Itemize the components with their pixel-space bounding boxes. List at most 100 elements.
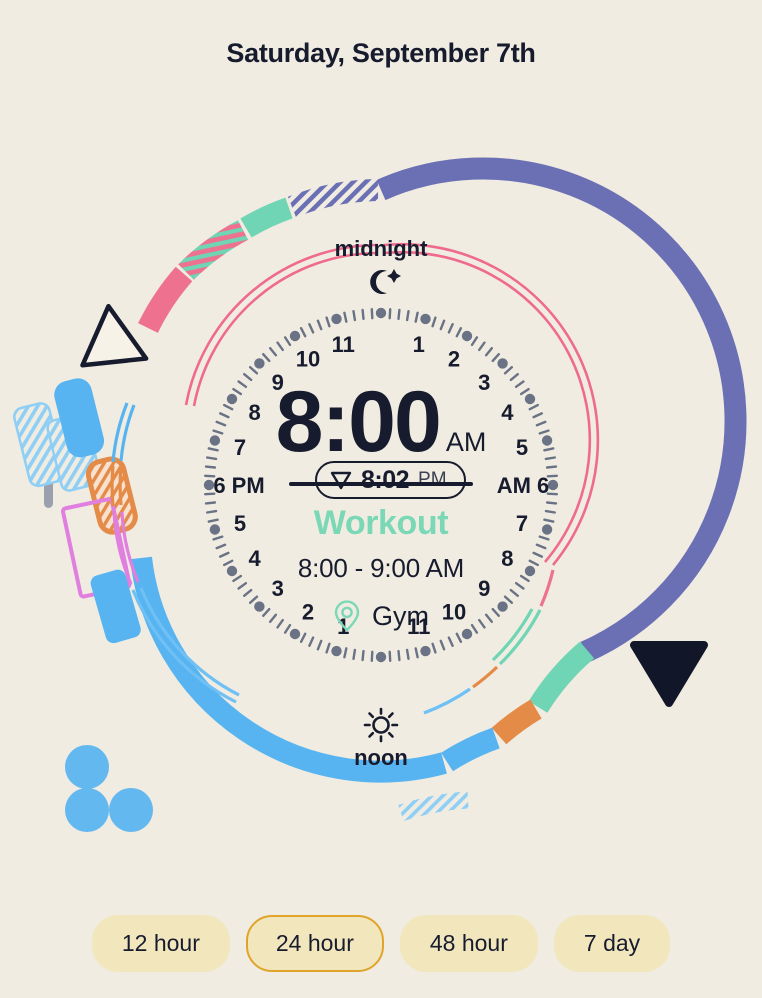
thin-arc-blue-lower-right[interactable] (423, 687, 471, 715)
minor-tick (414, 311, 419, 323)
minor-tick (545, 501, 558, 505)
hour-dot (497, 601, 508, 612)
thin-arc-orange[interactable] (110, 465, 115, 507)
minor-tick (405, 309, 410, 322)
arc-blue-long[interactable] (130, 556, 447, 783)
range-tab-48-hour[interactable]: 48 hour (399, 915, 538, 972)
arc-pink-teal-striped[interactable] (178, 220, 249, 280)
minor-tick (370, 307, 374, 320)
thin-arc-orange-2[interactable] (118, 465, 123, 506)
range-tab-12-hour[interactable]: 12 hour (91, 915, 230, 972)
hour-number: 4 (501, 400, 514, 425)
triangle-filled-marker[interactable] (630, 641, 708, 707)
current-time-pill[interactable]: 8:02 PM (315, 461, 466, 499)
hour-number: 8 (501, 546, 513, 571)
hour-number: 11 (407, 614, 430, 639)
range-tab-24-hour[interactable]: 24 hour (245, 915, 384, 972)
minor-tick (237, 380, 248, 389)
minor-tick (535, 420, 547, 427)
minor-tick (361, 308, 365, 321)
current-time-value: 8:02 (361, 465, 410, 494)
hour-number: 1 (413, 332, 425, 357)
three-dots-cluster[interactable] (65, 745, 153, 832)
hour-number: 7 (234, 435, 246, 460)
minor-tick (431, 316, 437, 328)
minor-tick (544, 456, 556, 461)
thin-arc-orange-lower-right[interactable] (472, 665, 499, 689)
minor-tick (237, 582, 248, 590)
minor-tick (397, 649, 401, 662)
range-tab-7-day[interactable]: 7 day (553, 915, 671, 972)
hour-dot (254, 358, 265, 369)
minor-tick (308, 322, 315, 334)
minor-tick (370, 650, 374, 662)
hour-dot (289, 330, 301, 342)
dot-top (65, 745, 109, 789)
minor-tick (262, 607, 271, 617)
minor-tick (491, 352, 500, 363)
hour-number: 2 (448, 347, 460, 372)
minor-tick (299, 632, 307, 643)
midnight-label: midnight (335, 236, 429, 261)
minor-tick (276, 341, 284, 352)
clock-dial[interactable]: 1 2 3 4 5 AM 6 7 8 9 10 11 1 2 3 4 5 6 PM 7 8 9 10 11 midnigh… (0, 150, 762, 870)
minor-tick (431, 642, 437, 654)
minor-tick (528, 403, 539, 411)
hour-number: 9 (478, 576, 490, 601)
minor-tick (343, 311, 348, 323)
minor-tick (514, 582, 525, 590)
arc-orange-solid[interactable] (491, 699, 542, 745)
arc-blue-short[interactable] (441, 727, 500, 772)
minor-tick (343, 647, 348, 659)
minor-tick (215, 420, 227, 427)
minor-tick (491, 607, 500, 617)
minor-tick (478, 618, 486, 629)
minor-tick (538, 429, 550, 435)
minor-tick (207, 447, 219, 452)
minor-tick (262, 352, 271, 363)
minor-tick (388, 307, 392, 320)
minor-tick (352, 648, 357, 660)
minor-tick (470, 336, 479, 347)
thin-arc-teal-lower-right[interactable] (498, 609, 542, 666)
hour-number: AM 6 (497, 473, 550, 498)
arc-teal-solid-upper-left[interactable] (240, 197, 293, 238)
triangle-outline-marker[interactable] (77, 303, 149, 368)
minor-tick (242, 372, 253, 382)
minor-tick (269, 346, 278, 357)
minor-tick (397, 308, 401, 321)
thin-arc-pink-right[interactable] (539, 569, 555, 607)
hour-dot (375, 307, 387, 319)
minor-tick (478, 341, 486, 352)
hour-dot (331, 313, 342, 325)
minor-tick (470, 623, 479, 634)
minor-tick (269, 613, 278, 623)
hour-dot (331, 645, 342, 657)
pink-ring-inner-left (192, 251, 379, 407)
minor-tick (543, 447, 555, 452)
minor-tick (538, 535, 550, 541)
hour-dot (226, 565, 238, 577)
minor-tick (352, 309, 357, 322)
minor-tick (276, 618, 284, 629)
minor-tick (299, 326, 307, 338)
hour-dot (541, 524, 553, 535)
minor-tick (316, 639, 323, 651)
hour-dot (420, 313, 431, 325)
minor-tick (205, 509, 218, 514)
arc-teal-solid-lower-right[interactable] (528, 641, 595, 713)
minor-tick (232, 387, 243, 396)
minor-tick (503, 365, 513, 375)
minor-tick (543, 518, 555, 523)
minor-tick (447, 636, 454, 647)
hour-number: 5 (234, 511, 246, 536)
minor-tick (204, 465, 217, 469)
minor-tick (532, 551, 543, 558)
arc-blue-hatched-bottom[interactable] (398, 791, 469, 822)
arc-purple-solid[interactable] (376, 157, 747, 663)
minor-tick (242, 588, 253, 597)
minor-tick (316, 319, 323, 331)
minor-tick (528, 559, 539, 567)
arc-pink-solid[interactable] (138, 266, 193, 333)
minor-tick (325, 316, 331, 328)
